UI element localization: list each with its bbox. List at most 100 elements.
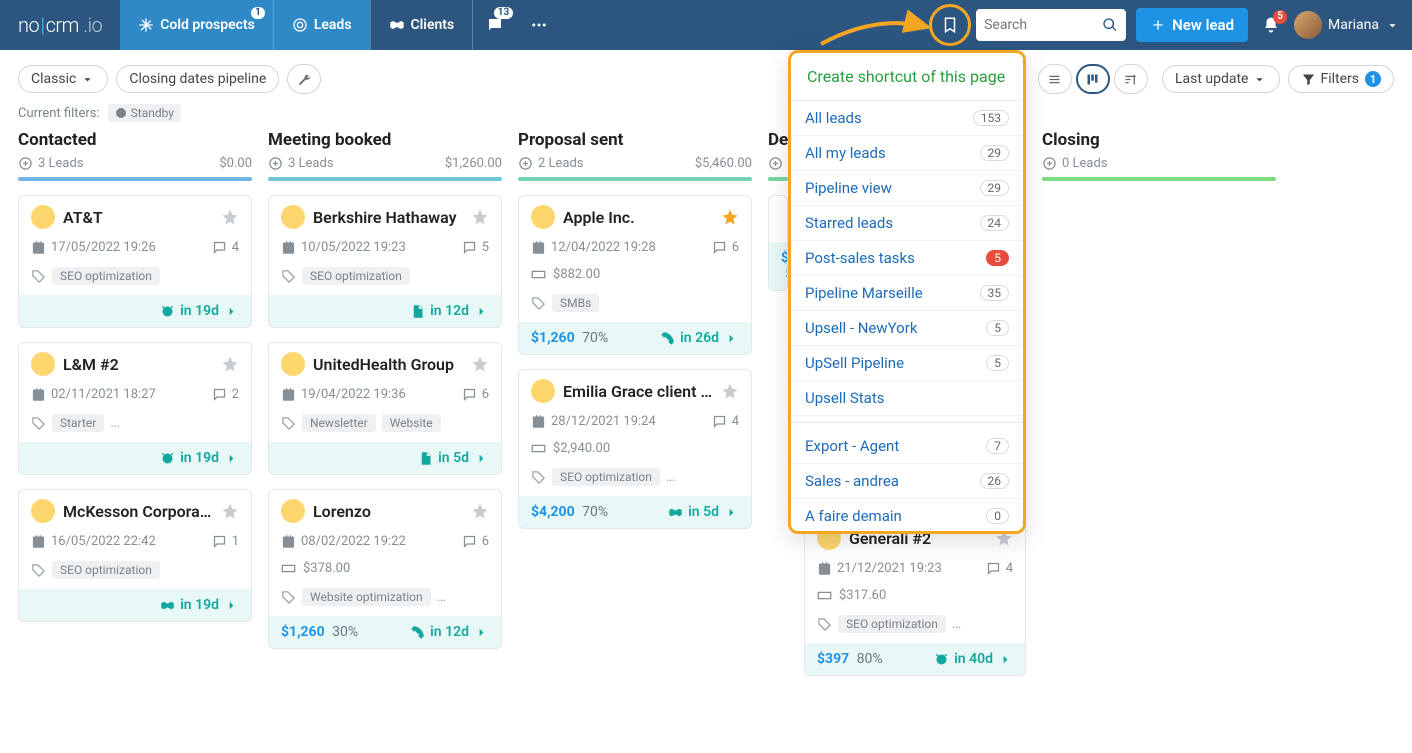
- settings-button[interactable]: [287, 64, 321, 94]
- column-add[interactable]: 2 Leads: [518, 156, 584, 171]
- calendar-icon: [31, 534, 46, 549]
- star-icon[interactable]: [221, 502, 239, 520]
- lead-due[interactable]: in 12d: [410, 624, 489, 640]
- shortcut-item[interactable]: Sales - andrea26: [791, 464, 1023, 499]
- create-shortcut-link[interactable]: Create shortcut of this page: [807, 67, 1005, 86]
- lead-due[interactable]: in 40d: [934, 651, 1013, 667]
- lead-card[interactable]: McKesson Corpora... 16/05/2022 22:42 1SE…: [18, 489, 252, 622]
- star-icon[interactable]: [721, 382, 739, 400]
- star-icon[interactable]: [721, 208, 739, 226]
- shortcut-item[interactable]: Starred leads24: [791, 206, 1023, 241]
- lead-due[interactable]: in 12d: [410, 303, 489, 319]
- calendar-icon: [31, 387, 46, 402]
- more-tags[interactable]: …: [666, 469, 675, 485]
- lead-due[interactable]: in 19d: [160, 450, 239, 466]
- logo[interactable]: no|crm .io: [0, 13, 120, 37]
- search-icon[interactable]: [1102, 17, 1118, 33]
- lead-due[interactable]: in 19d: [160, 597, 239, 613]
- view-kanban[interactable]: [1076, 64, 1110, 94]
- column-add[interactable]: 3 Leads: [268, 156, 334, 171]
- more-button[interactable]: [517, 0, 561, 50]
- shortcut-link[interactable]: A faire demain: [805, 507, 902, 525]
- lead-tag[interactable]: SEO optimization: [302, 267, 410, 285]
- more-tags[interactable]: …: [952, 616, 961, 632]
- sort-select[interactable]: Last update: [1162, 65, 1281, 93]
- shortcut-item[interactable]: Pipeline view29: [791, 171, 1023, 206]
- notifications-button[interactable]: 5: [1262, 16, 1280, 34]
- lead-card[interactable]: Lorenzo 08/02/2022 19:22 6 $378.00Websit…: [268, 489, 502, 649]
- lead-card[interactable]: Generali #2 21/12/2021 19:23 4 $317.60SE…: [804, 516, 1026, 676]
- lead-due[interactable]: in 26d: [660, 330, 739, 346]
- shortcut-item[interactable]: Pipeline Marseille35: [791, 276, 1023, 311]
- lead-card[interactable]: Emilia Grace client ... 28/12/2021 19:24…: [518, 369, 752, 529]
- tag-icon: [281, 590, 296, 605]
- column-add[interactable]: 0 Leads: [1042, 156, 1108, 171]
- star-icon[interactable]: [471, 502, 489, 520]
- shortcut-link[interactable]: Pipeline view: [805, 179, 892, 197]
- shortcut-count: 5: [986, 355, 1009, 371]
- lead-tag[interactable]: Website optimization: [302, 588, 431, 606]
- shortcut-link[interactable]: Export - Agent: [805, 437, 899, 455]
- lead-due[interactable]: in 5d: [418, 450, 489, 466]
- shortcut-link[interactable]: All leads: [805, 109, 862, 127]
- lead-tag[interactable]: SEO optimization: [838, 615, 946, 633]
- lead-tag[interactable]: SEO optimization: [52, 561, 160, 579]
- lead-tag[interactable]: Newsletter: [302, 414, 376, 432]
- lead-due[interactable]: in 5d: [668, 504, 739, 520]
- nav-cold-prospects[interactable]: Cold prospects 1: [120, 0, 273, 50]
- comment-icon: [462, 240, 477, 255]
- lead-tag[interactable]: Website: [382, 414, 441, 432]
- lead-card[interactable]: Berkshire Hathaway 10/05/2022 19:23 5SEO…: [268, 195, 502, 328]
- shortcut-item[interactable]: All my leads29: [791, 136, 1023, 171]
- view-classic[interactable]: Classic: [18, 65, 108, 93]
- shortcut-item[interactable]: Post-sales tasks5: [791, 241, 1023, 276]
- lead-due[interactable]: in 19d: [160, 303, 239, 319]
- shortcut-link[interactable]: Post-sales tasks: [805, 249, 915, 267]
- shortcut-item[interactable]: All leads153: [791, 101, 1023, 136]
- shortcut-link[interactable]: Upsell - NewYork: [805, 319, 917, 337]
- shortcut-item[interactable]: Upsell Stats: [791, 381, 1023, 416]
- shortcut-item[interactable]: Export - Agent7: [791, 429, 1023, 464]
- search-box[interactable]: [976, 9, 1126, 41]
- create-shortcut[interactable]: Create shortcut of this page: [791, 53, 1023, 101]
- shortcut-link[interactable]: Upsell Stats: [805, 389, 884, 407]
- lead-tag[interactable]: SMBs: [552, 294, 599, 312]
- shortcut-link[interactable]: Pipeline Marseille: [805, 284, 923, 302]
- pipeline-select[interactable]: Closing dates pipeline: [116, 65, 279, 93]
- search-input[interactable]: [984, 17, 1102, 33]
- star-icon[interactable]: [221, 355, 239, 373]
- lead-card[interactable]: Apple Inc. 12/04/2022 19:28 6 $882.00SMB…: [518, 195, 752, 355]
- shortcut-item[interactable]: UpSell Pipeline 5: [791, 346, 1023, 381]
- filters-button[interactable]: Filters 1: [1288, 65, 1394, 93]
- shortcut-link[interactable]: All my leads: [805, 144, 886, 162]
- nav-clients[interactable]: Clients: [370, 0, 473, 50]
- shortcuts-button[interactable]: [932, 7, 968, 43]
- more-tags[interactable]: …: [437, 589, 446, 605]
- star-icon[interactable]: [471, 355, 489, 373]
- view-list[interactable]: [1038, 64, 1072, 94]
- lead-card[interactable]: AT&T 17/05/2022 19:26 4SEO optimization …: [18, 195, 252, 328]
- shortcut-item[interactable]: A faire demain0: [791, 499, 1023, 531]
- user-menu[interactable]: Mariana: [1294, 11, 1400, 39]
- more-tags[interactable]: …: [110, 415, 119, 431]
- shortcut-link[interactable]: Sales - andrea: [805, 472, 899, 490]
- lead-tag[interactable]: Starter: [52, 414, 104, 432]
- shortcut-link[interactable]: UpSell Pipeline: [805, 354, 904, 372]
- lead-card[interactable]: UnitedHealth Group 19/04/2022 19:36 6New…: [268, 342, 502, 475]
- view-sort[interactable]: [1114, 64, 1148, 94]
- phone-icon: [660, 331, 675, 346]
- star-icon[interactable]: [221, 208, 239, 226]
- nav-leads[interactable]: Leads: [273, 0, 370, 50]
- lead-card[interactable]: L&M #2 02/11/2021 18:27 2Starter… in 19d: [18, 342, 252, 475]
- lead-tag[interactable]: SEO optimization: [52, 267, 160, 285]
- shortcut-item[interactable]: Upsell - NewYork5: [791, 311, 1023, 346]
- column-add[interactable]: 3 Leads: [18, 156, 84, 171]
- filter-chip-standby[interactable]: Standby: [108, 104, 181, 122]
- lead-card[interactable]: Website optimization…$5,749 50% in 33d: [768, 195, 788, 291]
- chat-button[interactable]: 13: [473, 0, 517, 50]
- star-icon[interactable]: [471, 208, 489, 226]
- lead-tag[interactable]: SEO optimization: [552, 468, 660, 486]
- column-add[interactable]: [768, 156, 783, 171]
- new-lead-button[interactable]: New lead: [1136, 8, 1248, 42]
- shortcut-link[interactable]: Starred leads: [805, 214, 893, 232]
